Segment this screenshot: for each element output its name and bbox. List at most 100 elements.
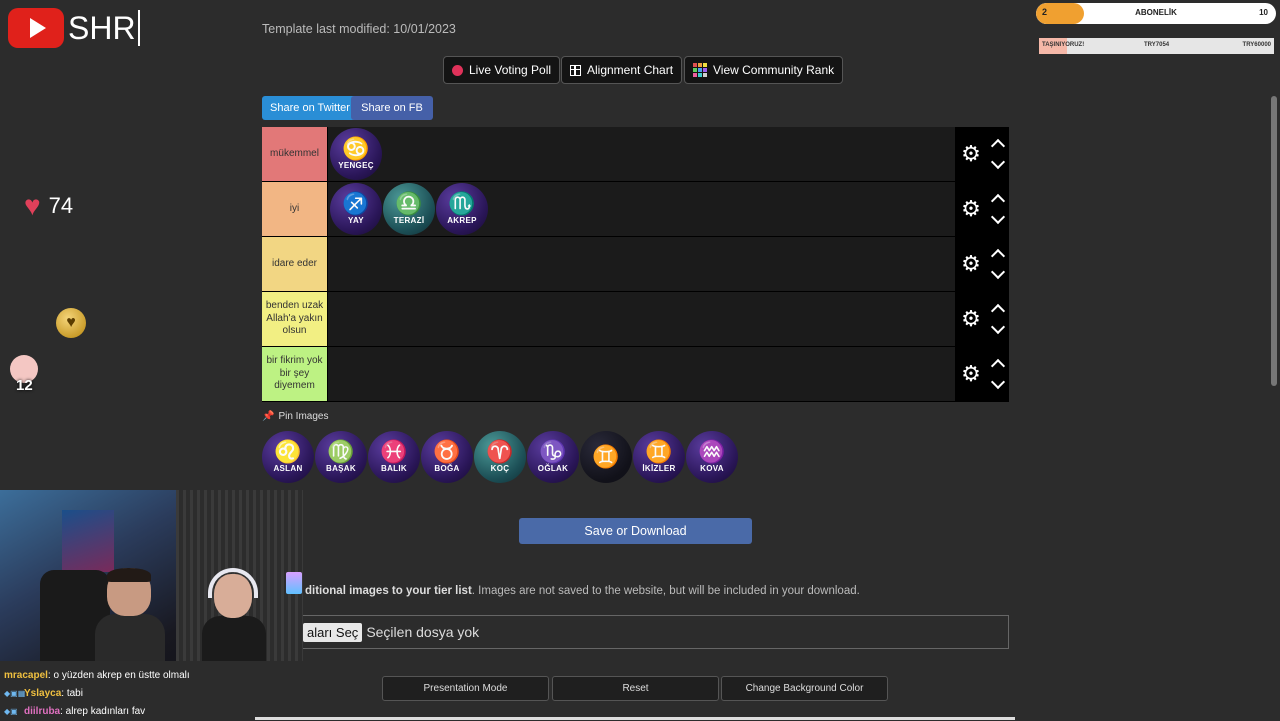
move-up-icon[interactable]	[990, 358, 1005, 374]
channel-logo: SHR	[8, 8, 140, 48]
page-scrollbar[interactable]	[1271, 96, 1277, 386]
gold-badge-icon: ♥	[56, 308, 86, 338]
tier-label[interactable]: benden uzak Allah'a yakın olsun	[262, 292, 328, 346]
move-up-icon[interactable]	[990, 193, 1005, 209]
template-modified: Template last modified: 10/01/2023	[262, 22, 456, 36]
tier-label[interactable]: bir fikrim yok bir şey diyemem	[262, 347, 328, 401]
move-down-icon[interactable]	[990, 319, 1005, 335]
zodiac-image-kova[interactable]: ♒ KOVA	[686, 431, 738, 483]
gear-icon[interactable]: ⚙	[961, 308, 981, 330]
chat-text: : o yüzden akrep en üstte olmalı	[47, 670, 190, 681]
chat-username[interactable]: Yslayca	[24, 688, 61, 699]
zodiac-image-aslan[interactable]: ♌ ASLAN	[262, 431, 314, 483]
move-down-icon[interactable]	[990, 264, 1005, 280]
zodiac-name: OĞLAK	[537, 464, 569, 473]
zodiac-glyph-icon: ♐	[342, 191, 370, 216]
heart-rate-widget: ♥ 74	[24, 192, 73, 220]
move-down-icon[interactable]	[990, 154, 1005, 170]
tier-drop-zone[interactable]	[328, 237, 955, 291]
tier-label[interactable]: mükemmel	[262, 127, 328, 181]
move-down-icon[interactable]	[990, 209, 1005, 225]
zodiac-image-terazi-[interactable]: ♎ TERAZİ	[383, 183, 435, 235]
move-up-icon[interactable]	[990, 303, 1005, 319]
alignment-chart-label: Alignment Chart	[587, 63, 674, 77]
zodiac-image-bo-a[interactable]: ♉ BOĞA	[421, 431, 473, 483]
zodiac-glyph-icon: ♊	[592, 444, 620, 469]
tier-row: idare eder ⚙	[262, 237, 1009, 292]
change-background-button[interactable]: Change Background Color	[721, 676, 888, 701]
chat-username[interactable]: diilruba	[24, 706, 60, 717]
live-voting-poll-button[interactable]: Live Voting Poll	[443, 56, 561, 84]
gear-icon[interactable]: ⚙	[961, 363, 981, 385]
sticker-icon: 12	[4, 345, 44, 395]
zodiac-name: İKİZLER	[642, 464, 676, 473]
gear-icon[interactable]: ⚙	[961, 253, 981, 275]
gear-icon[interactable]: ⚙	[961, 143, 981, 165]
tier-controls: ⚙	[955, 347, 1009, 401]
zodiac-image-balik[interactable]: ♓ BALIK	[368, 431, 420, 483]
donation-goal-bar: TAŞINIYORUZ! TRY7054 TRY60000	[1039, 38, 1274, 54]
alignment-chart-button[interactable]: Alignment Chart	[561, 56, 683, 84]
zodiac-glyph-icon: ♌	[274, 439, 302, 464]
zodiac-name: BALIK	[381, 464, 407, 473]
logo-text: SHR	[68, 10, 140, 46]
share-facebook-button[interactable]: Share on FB	[351, 96, 433, 120]
sticker-number: 12	[16, 377, 33, 394]
streamer-female	[200, 568, 270, 661]
gear-icon[interactable]: ⚙	[961, 198, 981, 220]
youtube-icon	[8, 8, 64, 48]
pin-images-toggle[interactable]: 📌 Pin Images	[262, 411, 328, 422]
zodiac-image-gemini-dark[interactable]: ♊	[580, 431, 632, 483]
presentation-mode-button[interactable]: Presentation Mode	[382, 676, 549, 701]
zodiac-glyph-icon: ♓	[380, 439, 408, 464]
goal-target: 10	[1259, 8, 1268, 17]
tier-drop-zone[interactable]: ♐ YAY ♎ TERAZİ ♏ AKREP	[328, 182, 955, 236]
tier-label[interactable]: iyi	[262, 182, 328, 236]
move-up-icon[interactable]	[990, 138, 1005, 154]
tier-drop-zone[interactable]: ♋ YENGEÇ	[328, 127, 955, 181]
tier-controls: ⚙	[955, 182, 1009, 236]
zodiac-glyph-icon: ♒	[698, 439, 726, 464]
chat-username[interactable]: mracapel	[4, 670, 48, 681]
zodiac-name: KOÇ	[490, 464, 510, 473]
tier-controls: ⚙	[955, 292, 1009, 346]
community-rank-button[interactable]: View Community Rank	[684, 56, 844, 84]
zodiac-image-o-lak[interactable]: ♑ OĞLAK	[527, 431, 579, 483]
zodiac-image-ko-[interactable]: ♈ KOÇ	[474, 431, 526, 483]
image-pool: ♌ ASLAN ♍ BAŞAK ♓ BALIK ♉ BOĞA ♈ KOÇ ♑ OĞLAK ♊ ♊ İKİZL…	[262, 431, 738, 483]
chat-message: ◆▣ diilruba: alrep kadınları fav	[4, 703, 190, 721]
zodiac-glyph-icon: ♈	[486, 439, 514, 464]
file-status: Seçilen dosya yok	[366, 624, 480, 640]
record-dot-icon	[452, 64, 463, 76]
move-down-icon[interactable]	[990, 374, 1005, 390]
pin-icon: 📌	[262, 411, 275, 422]
zodiac-image-yenge-[interactable]: ♋ YENGEÇ	[330, 128, 382, 180]
save-download-button[interactable]: Save or Download	[519, 518, 752, 544]
zodiac-image-yay[interactable]: ♐ YAY	[330, 183, 382, 235]
tier-grid-icon	[693, 63, 707, 77]
chat-box: mracapel: o yüzden akrep en üstte olmalı…	[4, 667, 190, 721]
donation-label: TAŞINIYORUZ!	[1042, 42, 1085, 48]
file-input[interactable]: aları Seç Seçilen dosya yok	[262, 615, 1009, 649]
zodiac-glyph-icon: ♍	[327, 439, 355, 464]
live-voting-poll-label: Live Voting Poll	[469, 63, 552, 77]
zodiac-glyph-icon: ♏	[448, 191, 476, 216]
tier-list: mükemmel ♋ YENGEÇ ⚙ iyi ♐ YAY ♎ TERAZİ ♏ AKREP ⚙ ida…	[262, 127, 1009, 402]
grid-icon	[570, 64, 581, 76]
zodiac-glyph-icon: ♋	[342, 136, 370, 161]
zodiac-name: TERAZİ	[393, 216, 425, 225]
zodiac-image-akrep[interactable]: ♏ AKREP	[436, 183, 488, 235]
tier-row: mükemmel ♋ YENGEÇ ⚙	[262, 127, 1009, 182]
reset-button[interactable]: Reset	[552, 676, 719, 701]
tier-label[interactable]: idare eder	[262, 237, 328, 291]
tier-drop-zone[interactable]	[328, 292, 955, 346]
zodiac-image-i-ki-zler[interactable]: ♊ İKİZLER	[633, 431, 685, 483]
tier-drop-zone[interactable]	[328, 347, 955, 401]
choose-files-button[interactable]: aları Seç	[303, 622, 363, 642]
move-up-icon[interactable]	[990, 248, 1005, 264]
add-images-rest: . Images are not saved to the website, b…	[471, 585, 860, 597]
webcam-overlay	[0, 490, 303, 661]
share-twitter-button[interactable]: Share on Twitter	[262, 96, 358, 120]
neon-light	[286, 572, 302, 594]
zodiac-image-ba-ak[interactable]: ♍ BAŞAK	[315, 431, 367, 483]
